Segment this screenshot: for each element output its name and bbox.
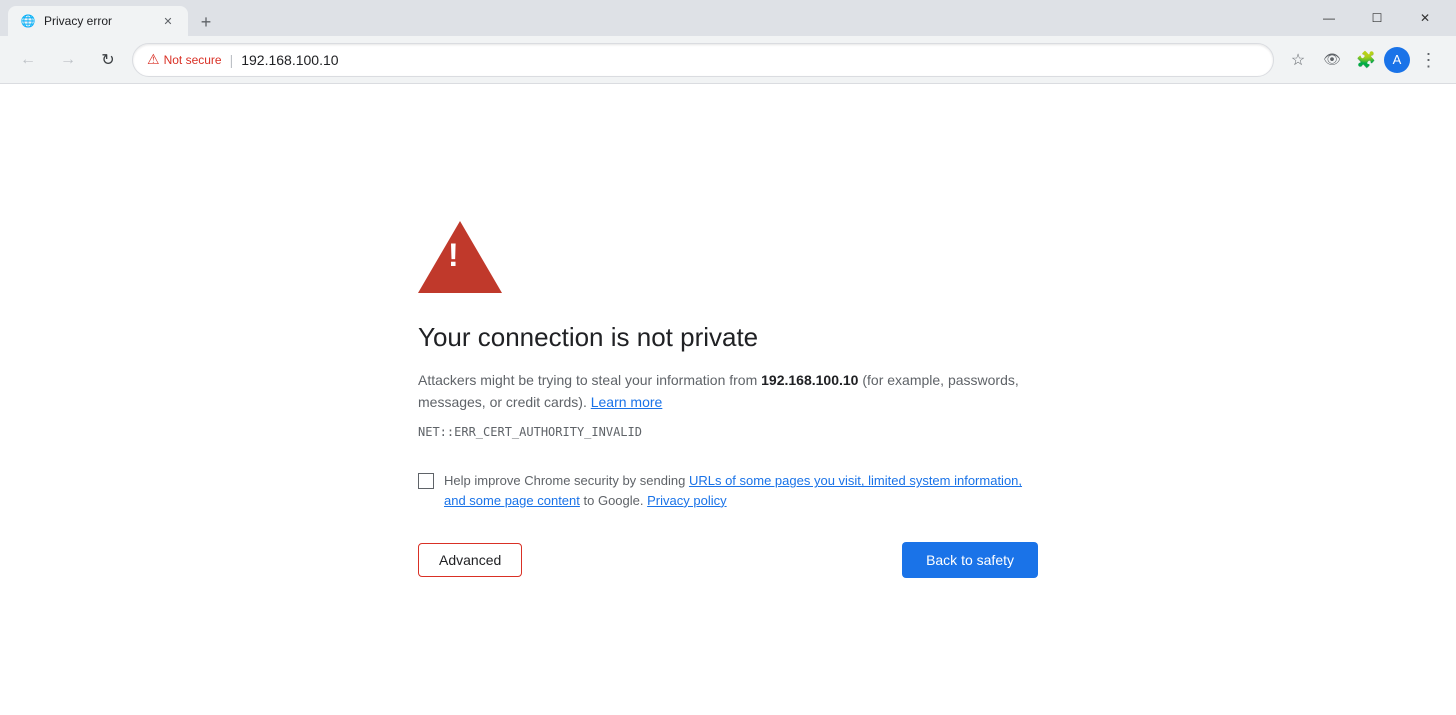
error-code: NET::ERR_CERT_AUTHORITY_INVALID	[418, 425, 642, 439]
back-icon: ←	[20, 51, 36, 69]
tab-bar: 🌐 Privacy error ✕ +	[8, 0, 1306, 36]
checkbox-label: Help improve Chrome security by sending …	[444, 471, 1038, 510]
active-tab[interactable]: 🌐 Privacy error ✕	[8, 6, 188, 36]
title-bar: 🌐 Privacy error ✕ + — ☐ ✕	[0, 0, 1456, 36]
extensions-button[interactable]: 🧩	[1350, 44, 1382, 76]
tracking-protection-button[interactable]: 👁	[1316, 44, 1348, 76]
bookmark-button[interactable]: ☆	[1282, 44, 1314, 76]
browser-window: 🌐 Privacy error ✕ + — ☐ ✕ ← → ↻ ⚠ Not se…	[0, 0, 1456, 715]
eye-icon: 👁	[1323, 51, 1341, 68]
tab-close-icon[interactable]: ✕	[160, 13, 176, 29]
address-bar[interactable]: ⚠ Not secure | 192.168.100.10	[132, 43, 1274, 77]
nav-bar: ← → ↻ ⚠ Not secure | 192.168.100.10 ☆ 👁 …	[0, 36, 1456, 84]
security-checkbox[interactable]	[418, 473, 434, 489]
new-tab-button[interactable]: +	[192, 8, 220, 36]
checkbox-text-before: Help improve Chrome security by sending	[444, 473, 685, 488]
privacy-policy-link[interactable]: Privacy policy	[647, 493, 726, 508]
address-separator: |	[230, 52, 234, 68]
star-icon: ☆	[1291, 50, 1305, 70]
buttons-row: Advanced Back to safety	[418, 542, 1038, 578]
learn-more-link[interactable]: Learn more	[591, 394, 663, 410]
warning-icon-container	[418, 221, 502, 298]
error-title: Your connection is not private	[418, 322, 758, 353]
forward-button[interactable]: →	[52, 44, 84, 76]
error-description: Attackers might be trying to steal your …	[418, 369, 1038, 414]
menu-icon: ⋮	[1420, 51, 1437, 69]
advanced-button[interactable]: Advanced	[418, 543, 522, 577]
back-button[interactable]: ←	[12, 44, 44, 76]
warning-triangle-icon	[418, 221, 502, 293]
menu-button[interactable]: ⋮	[1412, 44, 1444, 76]
maximize-button[interactable]: ☐	[1354, 2, 1400, 34]
window-controls: — ☐ ✕	[1306, 2, 1448, 34]
reload-button[interactable]: ↻	[92, 44, 124, 76]
tab-favicon-icon: 🌐	[20, 13, 36, 29]
checkbox-area: Help improve Chrome security by sending …	[418, 471, 1038, 510]
nav-right-icons: ☆ 👁 🧩 A ⋮	[1282, 44, 1444, 76]
puzzle-icon: 🧩	[1356, 50, 1376, 70]
forward-icon: →	[60, 51, 76, 69]
reload-icon: ↻	[101, 50, 114, 70]
back-to-safety-button[interactable]: Back to safety	[902, 542, 1038, 578]
tab-title: Privacy error	[44, 14, 152, 28]
page-content: Your connection is not private Attackers…	[0, 84, 1456, 715]
description-before: Attackers might be trying to steal your …	[418, 372, 757, 388]
warning-icon: ⚠	[147, 51, 160, 68]
security-label: Not secure	[164, 53, 222, 67]
error-container: Your connection is not private Attackers…	[378, 201, 1078, 599]
security-warning: ⚠ Not secure	[147, 51, 222, 68]
checkbox-text-after: to Google.	[584, 493, 644, 508]
close-button[interactable]: ✕	[1402, 2, 1448, 34]
profile-button[interactable]: A	[1384, 47, 1410, 73]
minimize-button[interactable]: —	[1306, 2, 1352, 34]
url-text: 192.168.100.10	[241, 52, 1259, 68]
error-url: 192.168.100.10	[761, 372, 858, 388]
